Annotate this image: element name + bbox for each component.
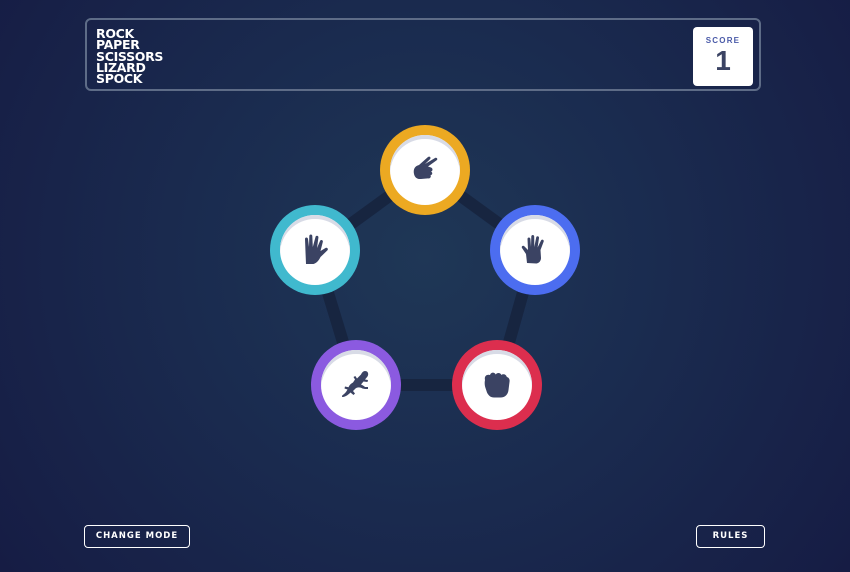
rock-token-face bbox=[462, 350, 532, 420]
rules-button[interactable]: RULES bbox=[696, 525, 765, 548]
rock-token[interactable] bbox=[452, 340, 542, 430]
rock-fist-icon bbox=[484, 372, 510, 398]
spock-hand-icon bbox=[305, 234, 328, 264]
spock-token-face bbox=[280, 215, 350, 285]
lizard-token-face bbox=[321, 350, 391, 420]
spock-token[interactable] bbox=[270, 205, 360, 295]
paper-token-face bbox=[500, 215, 570, 285]
change-mode-button[interactable]: CHANGE MODE bbox=[84, 525, 190, 548]
paper-token[interactable] bbox=[490, 205, 580, 295]
scissors-hand-icon bbox=[413, 156, 438, 180]
game-board bbox=[0, 0, 850, 572]
lizard-icon bbox=[341, 371, 369, 398]
paper-hand-icon bbox=[521, 235, 544, 264]
scissors-token[interactable] bbox=[380, 125, 470, 215]
scissors-token-face bbox=[390, 135, 460, 205]
lizard-token[interactable] bbox=[311, 340, 401, 430]
pentagon-background bbox=[309, 164, 541, 391]
